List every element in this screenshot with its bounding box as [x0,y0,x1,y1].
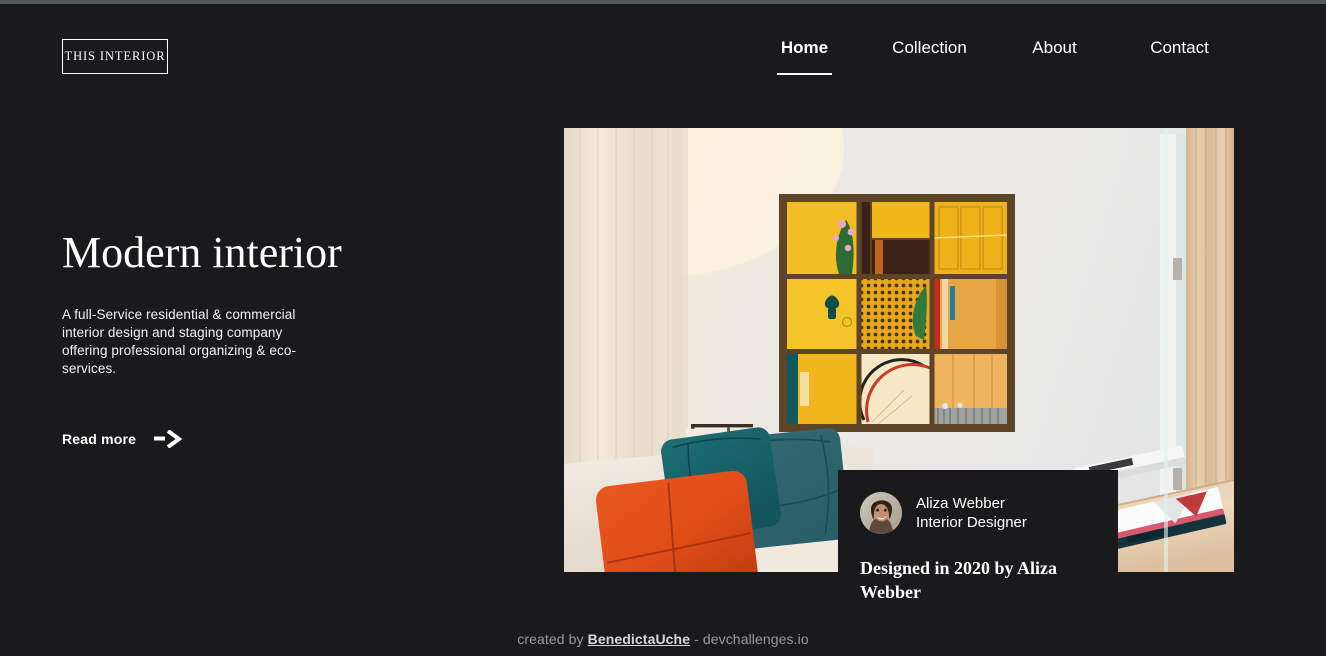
nav-item-collection[interactable]: Collection [892,36,967,60]
footer-prefix: created by [517,631,588,647]
footer-suffix: - devchallenges.io [690,631,809,647]
read-more-label: Read more [62,431,137,447]
designer-name-block: Aliza Webber Interior Designer [916,494,1027,532]
nav-item-about[interactable]: About [1032,36,1076,60]
designer-card: Aliza Webber Interior Designer Designed … [838,470,1118,622]
site-logo-label: THIS INTERIOR [64,49,166,63]
nav-slot-contact: Contact [1117,36,1242,60]
nav-slot-collection: Collection [867,36,992,60]
footer-author-link[interactable]: BenedictaUche [588,631,690,647]
nav-slot-about: About [992,36,1117,60]
site-footer: created by BenedictaUche - devchallenges… [0,631,1326,647]
nav-item-contact[interactable]: Contact [1150,36,1209,60]
read-more-button[interactable]: Read more [62,430,184,448]
nav-slot-home: Home [742,36,867,75]
page-title: Modern interior [62,228,342,277]
page-root: THIS INTERIOR Home Collection About Cont… [0,4,1326,656]
arrow-right-icon [154,430,184,448]
avatar [860,492,902,534]
designer-role: Interior Designer [916,514,1027,531]
site-logo[interactable]: THIS INTERIOR [62,39,168,74]
nav-active-underline [777,73,832,75]
main-navigation: Home Collection About Contact [742,36,1242,75]
hero-copy: Modern interior A full-Service residenti… [62,226,362,449]
hero-description: A full-Service residential & commercial … [62,307,297,376]
designer-caption: Designed in 2020 by Aliza Webber [860,558,1058,602]
nav-item-home[interactable]: Home [781,36,828,60]
designer-identity: Aliza Webber Interior Designer [860,492,1094,534]
site-header: THIS INTERIOR Home Collection About Cont… [0,4,1326,109]
designer-name: Aliza Webber [916,495,1005,512]
